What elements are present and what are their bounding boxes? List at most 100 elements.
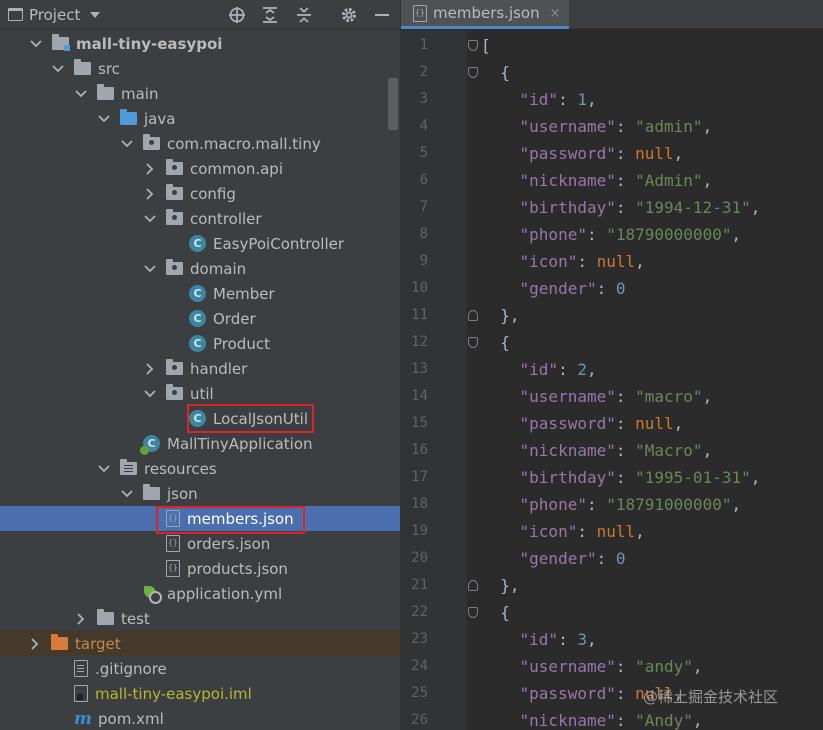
tree-item-pom-xml[interactable]: m pom.xml <box>0 706 400 730</box>
chevron-right-icon[interactable] <box>144 188 156 200</box>
chevron-right-icon[interactable] <box>29 638 41 650</box>
close-icon[interactable]: × <box>550 6 561 21</box>
line-number: 12 <box>411 334 428 350</box>
chevron-down-icon[interactable] <box>144 263 156 275</box>
tree-item-src[interactable]: src <box>0 56 400 81</box>
code-token: : <box>615 144 636 163</box>
line-number: 20 <box>411 550 428 566</box>
project-view-selector[interactable]: Project <box>8 4 101 25</box>
folder-icon <box>97 609 114 625</box>
tree-item-resources[interactable]: resources <box>0 456 400 481</box>
tree-node: target <box>51 633 121 654</box>
chevron-down-icon[interactable] <box>75 88 87 100</box>
gear-icon <box>342 7 356 22</box>
code-token: , <box>635 252 645 271</box>
tree-scrollbar[interactable] <box>388 78 398 130</box>
fold-start-icon[interactable] <box>468 337 478 348</box>
line-number: 23 <box>411 631 428 647</box>
chevron-down-icon[interactable] <box>144 388 156 400</box>
tree-item-label: com.macro.mall.tiny <box>167 134 321 153</box>
chevron-down-icon[interactable] <box>30 38 42 50</box>
code-token: : <box>558 90 578 109</box>
chevron-down-icon[interactable] <box>121 488 133 500</box>
code-token: null <box>596 252 636 271</box>
yml-file-icon <box>143 585 162 604</box>
tree-node: C EasyPoiController <box>189 233 344 254</box>
code-line: "nickname": "Andy", <box>481 707 703 730</box>
code-line: "gender": 0 <box>481 545 626 572</box>
tree-item-mall-tiny-easypoi-iml[interactable]: mall-tiny-easypoi.iml <box>0 681 400 706</box>
code-line: "username": "macro", <box>481 383 713 410</box>
code-token: : <box>586 495 607 514</box>
resources-folder-icon <box>120 459 137 475</box>
locate-file-button[interactable] <box>226 4 248 25</box>
tree-item-util[interactable]: util <box>0 381 400 406</box>
chevron-down-icon[interactable] <box>121 138 133 150</box>
code-token: "username" <box>519 117 616 136</box>
excluded-folder-icon <box>51 634 68 650</box>
line-number: 18 <box>411 496 428 512</box>
line-number-gutter: 1 2 3 4 5 6 7 8 9 10 11 12 13 14 15 16 17 18 19 20 21 22 23 24 2… <box>401 30 467 730</box>
tree-item-test[interactable]: test <box>0 606 400 631</box>
tree-item-products-json[interactable]: products.json <box>0 556 400 581</box>
tree-item-easypoicontroller[interactable]: C EasyPoiController <box>0 231 400 256</box>
json-file-icon <box>166 560 180 577</box>
tree-item-common-api[interactable]: common.api <box>0 156 400 181</box>
class-icon: C <box>189 285 206 302</box>
tree-item-main[interactable]: main <box>0 81 400 106</box>
editor-tab-bar: members.json × <box>401 0 823 29</box>
fold-start-icon[interactable] <box>468 607 478 618</box>
tree-item-application-yml[interactable]: application.yml <box>0 581 400 606</box>
tree-item-malltinyapplication[interactable]: C MallTinyApplication <box>0 431 400 456</box>
code-token: "Andy" <box>635 711 693 730</box>
chevron-right-icon[interactable] <box>144 163 156 175</box>
tree-item-label: orders.json <box>187 534 271 553</box>
fold-start-icon[interactable] <box>468 40 478 51</box>
code-line: { <box>481 599 510 626</box>
settings-button[interactable] <box>338 4 360 25</box>
watermark: @稀土掘金技术社区 <box>643 688 779 706</box>
tree-item-orders-json[interactable]: orders.json <box>0 531 400 556</box>
tree-item-label: domain <box>190 259 247 278</box>
code-token: { <box>481 333 510 352</box>
chevron-right-icon[interactable] <box>75 613 87 625</box>
tree-item-label: src <box>98 59 120 78</box>
tab-members-json[interactable]: members.json × <box>401 0 569 29</box>
tree-item-domain[interactable]: domain <box>0 256 400 281</box>
code-token: [ <box>481 36 491 55</box>
tree-node: mall-tiny-easypoi.iml <box>74 683 252 704</box>
tree-item-config[interactable]: config <box>0 181 400 206</box>
hide-panel-button[interactable] <box>371 4 393 25</box>
fold-end-icon[interactable] <box>468 310 478 321</box>
chevron-right-icon[interactable] <box>144 363 156 375</box>
chevron-down-icon[interactable] <box>52 63 64 75</box>
fold-end-icon[interactable] <box>468 580 478 591</box>
tree-item-com-macro-mall-tiny[interactable]: com.macro.mall.tiny <box>0 131 400 156</box>
collapse-all-button[interactable] <box>293 4 315 25</box>
expand-all-button[interactable] <box>259 4 281 25</box>
code-token: "nickname" <box>519 711 616 730</box>
tree-item-mall-tiny-easypoi[interactable]: mall-tiny-easypoi <box>0 31 400 56</box>
tree-item-handler[interactable]: handler <box>0 356 400 381</box>
tree-item-target[interactable]: target <box>0 631 400 656</box>
chevron-down-icon[interactable] <box>98 463 110 475</box>
tree-item-product[interactable]: C Product <box>0 331 400 356</box>
tree-item-gitignore[interactable]: .gitignore <box>0 656 400 681</box>
code-token: : <box>577 522 597 541</box>
fold-start-icon[interactable] <box>468 67 478 78</box>
tree-item-order[interactable]: C Order <box>0 306 400 331</box>
code-token: null <box>635 144 674 163</box>
tree-item-java[interactable]: java <box>0 106 400 131</box>
tree-item-controller[interactable]: controller <box>0 206 400 231</box>
chevron-down-icon[interactable] <box>98 113 110 125</box>
chevron-down-icon[interactable] <box>144 213 156 225</box>
line-number: 15 <box>411 415 428 431</box>
editor-panel: members.json × 1234567891011121314151617… <box>400 0 823 730</box>
code-token: , <box>702 171 713 190</box>
code-token: 0 <box>615 279 626 298</box>
tree-item-json[interactable]: json <box>0 481 400 506</box>
tree-item-member[interactable]: C Member <box>0 281 400 306</box>
